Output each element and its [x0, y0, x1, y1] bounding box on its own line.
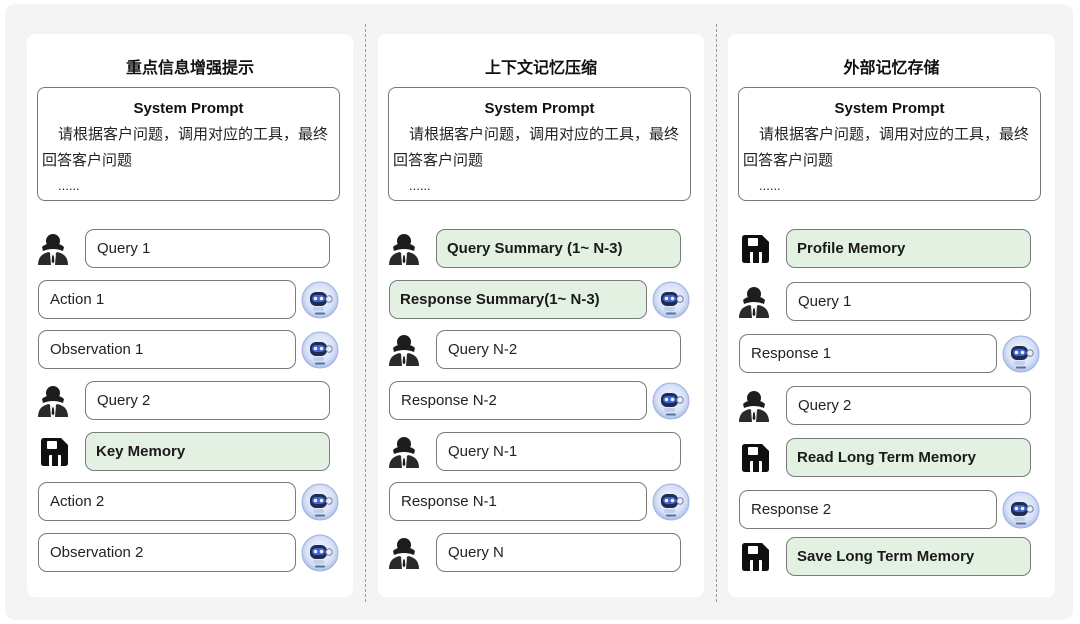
user-icon: [35, 382, 71, 418]
agent-message-row: Response 2: [739, 490, 997, 529]
floppy-icon: [41, 437, 69, 467]
robot-icon: [1002, 491, 1040, 529]
diagram-canvas: 重点信息增强提示 System Prompt 请根据客户问题，调用对应的工具，最…: [5, 4, 1073, 620]
user-icon: [386, 331, 422, 367]
panel-title: 上下文记忆压缩: [484, 60, 597, 77]
system-prompt-ellipsis: ......: [58, 178, 80, 193]
agent-message-row: Action 2: [38, 482, 296, 521]
robot-icon: [652, 382, 690, 420]
robot-icon: [301, 281, 339, 319]
system-prompt-title: System Prompt: [484, 100, 595, 117]
robot-icon: [652, 483, 690, 521]
agent-message-row: Response 1: [739, 334, 997, 373]
system-prompt-title: System Prompt: [133, 100, 244, 117]
user-message-row: Query 1: [786, 282, 1031, 321]
agent-message-row: Response N-1: [389, 482, 647, 521]
user-message-row: Query 2: [786, 386, 1031, 425]
panel-title: 外部记忆存储: [843, 60, 940, 77]
robot-icon: [301, 331, 339, 369]
system-prompt-text: 请根据客户问题，调用对应的工具，最终回答客户问题: [42, 126, 329, 169]
user-message-row: Query Summary (1~ N-3): [436, 229, 681, 268]
system-prompt-box: System Prompt 请根据客户问题，调用对应的工具，最终回答客户问题 .…: [388, 87, 691, 201]
robot-icon: [301, 534, 339, 572]
agent-message-row: Response Summary(1~ N-3): [389, 280, 647, 319]
agent-message-row: Response N-2: [389, 381, 647, 420]
system-prompt-box: System Prompt 请根据客户问题，调用对应的工具，最终回答客户问题 .…: [738, 87, 1041, 201]
floppy-icon: [742, 234, 770, 264]
user-icon: [736, 387, 772, 423]
user-icon: [386, 230, 422, 266]
robot-icon: [301, 483, 339, 521]
user-message-row: Query N-1: [436, 432, 681, 471]
user-icon: [35, 230, 71, 266]
system-prompt-title: System Prompt: [834, 100, 945, 117]
system-prompt-text: 请根据客户问题，调用对应的工具，最终回答客户问题: [393, 126, 680, 169]
system-prompt-ellipsis: ......: [409, 178, 431, 193]
robot-icon: [1002, 335, 1040, 373]
panel-divider: [365, 24, 366, 602]
user-message-row: Query N: [436, 533, 681, 572]
robot-icon: [652, 281, 690, 319]
panel-divider: [716, 24, 717, 602]
user-icon: [386, 534, 422, 570]
floppy-icon: [742, 443, 770, 473]
memory-row: Save Long Term Memory: [786, 537, 1031, 576]
user-message-row: Query 2: [85, 381, 330, 420]
panel-external-memory: 外部记忆存储 System Prompt 请根据客户问题，调用对应的工具，最终回…: [728, 34, 1055, 597]
user-message-row: Query N-2: [436, 330, 681, 369]
panel-key-info-prompt: 重点信息增强提示 System Prompt 请根据客户问题，调用对应的工具，最…: [27, 34, 353, 597]
agent-message-row: Action 1: [38, 280, 296, 319]
panel-context-compression: 上下文记忆压缩 System Prompt 请根据客户问题，调用对应的工具，最终…: [378, 34, 704, 597]
agent-message-row: Observation 2: [38, 533, 296, 572]
memory-row: Read Long Term Memory: [786, 438, 1031, 477]
memory-row: Key Memory: [85, 432, 330, 471]
system-prompt-box: System Prompt 请根据客户问题，调用对应的工具，最终回答客户问题 .…: [37, 87, 340, 201]
system-prompt-text: 请根据客户问题，调用对应的工具，最终回答客户问题: [743, 126, 1030, 169]
floppy-icon: [742, 542, 770, 572]
user-message-row: Query 1: [85, 229, 330, 268]
user-icon: [736, 283, 772, 319]
user-icon: [386, 433, 422, 469]
agent-message-row: Observation 1: [38, 330, 296, 369]
panel-title: 重点信息增强提示: [125, 60, 254, 77]
memory-row: Profile Memory: [786, 229, 1031, 268]
system-prompt-ellipsis: ......: [759, 178, 781, 193]
